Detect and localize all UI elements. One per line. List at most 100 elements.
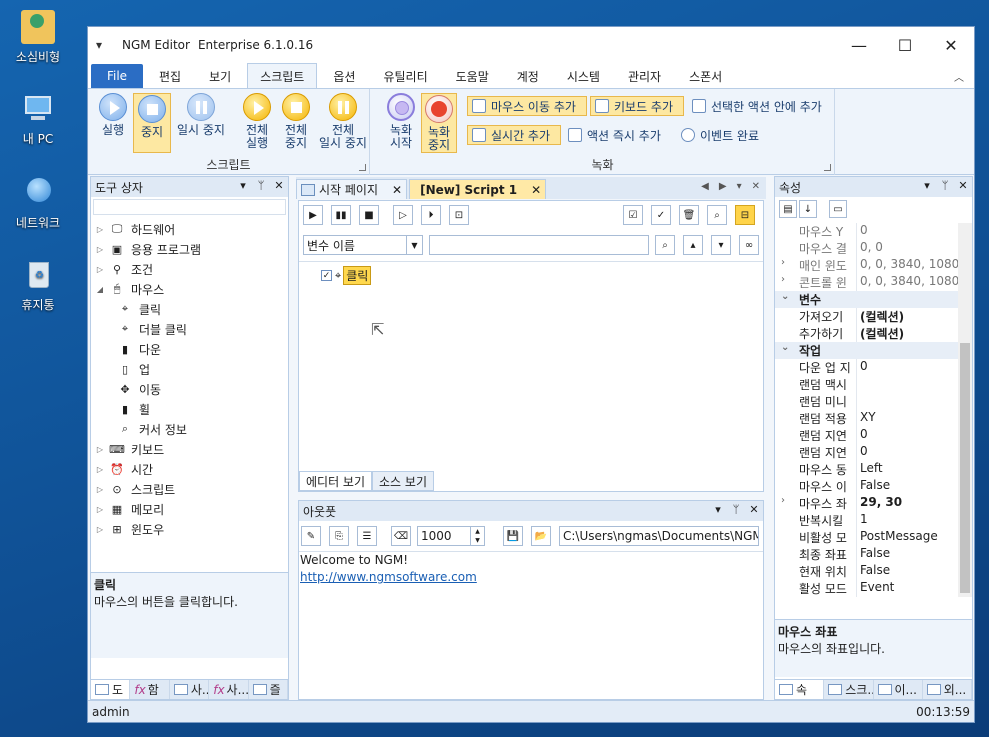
property-value[interactable]: False	[857, 478, 958, 495]
property-value[interactable]: 1	[857, 512, 958, 529]
property-row[interactable]: 비활성 모 PostMessage	[775, 529, 958, 546]
event-complete-button[interactable]: 이벤트 완료	[677, 125, 769, 145]
property-value[interactable]: (컬렉션)	[857, 325, 958, 342]
script-item-click[interactable]: ✓ ⌖ 클릭	[321, 266, 372, 285]
desktop-icon-pc[interactable]: 내 PC	[4, 92, 72, 147]
property-row[interactable]: 다운 업 지0	[775, 359, 958, 376]
bottom-tab-external[interactable]: 외...	[923, 680, 972, 699]
property-value[interactable]: 0, 0	[857, 240, 958, 257]
bottom-tab-script[interactable]: 스크...	[824, 680, 874, 699]
loop-icon[interactable]: ∞	[739, 235, 759, 255]
scroll-left-icon[interactable]: ◀	[701, 181, 709, 192]
close-doc-icon[interactable]: ✕	[752, 181, 760, 192]
run-all-button[interactable]: 전체 실행	[238, 93, 276, 150]
realtime-add-button[interactable]: 실시간 추가	[467, 125, 561, 145]
property-row[interactable]: 랜덤 지연 0	[775, 444, 958, 461]
expand-arrow-icon[interactable]: ▷	[91, 465, 109, 474]
desktop-icon-recycle[interactable]: ♻ 휴지통	[4, 258, 72, 313]
property-row[interactable]: 마우스 결 0, 0	[775, 240, 958, 257]
tab-script-1[interactable]: [New] Script 1 ✕	[409, 179, 547, 199]
expand-icon[interactable]: ›	[781, 257, 785, 268]
tab-script[interactable]: 스크립트	[247, 63, 318, 88]
property-row[interactable]: 반복시킬 1	[775, 512, 958, 529]
property-row[interactable]: › 마우스 좌 29, 30	[775, 495, 958, 512]
categorized-icon[interactable]: ▤	[779, 200, 797, 218]
tab-utility[interactable]: 유틸리티	[371, 64, 439, 88]
record-start-button[interactable]: 녹화 시작	[383, 93, 419, 150]
run-selected-icon[interactable]: ⏵	[421, 205, 441, 225]
dropdown-icon[interactable]: ▾	[921, 179, 933, 192]
scrollbar-thumb[interactable]	[960, 343, 970, 593]
property-value[interactable]: PostMessage	[857, 529, 958, 546]
tree-item[interactable]: ▷ ▦ 메모리	[91, 499, 288, 519]
tab-edit[interactable]: 편집	[147, 64, 193, 88]
tab-view[interactable]: 보기	[197, 64, 243, 88]
property-value[interactable]: 0, 0, 3840, 1080	[857, 257, 958, 274]
property-value[interactable]: Event	[857, 580, 958, 597]
tree-item[interactable]: ✥ 이동	[91, 379, 288, 399]
tab-help[interactable]: 도움말	[444, 64, 501, 88]
pause-icon[interactable]: ▮▮	[331, 205, 351, 225]
search-icon[interactable]: ⌕	[707, 205, 727, 225]
toolbox-search-input[interactable]	[93, 199, 286, 215]
alphabetical-icon[interactable]: ↓	[799, 200, 817, 218]
check-icon[interactable]: ✓	[651, 205, 671, 225]
quick-access-menu-icon[interactable]: ▾	[88, 38, 110, 52]
tab-account[interactable]: 계정	[505, 64, 551, 88]
minimize-button[interactable]: —	[836, 27, 882, 63]
tab-admin[interactable]: 관리자	[616, 64, 673, 88]
property-row[interactable]: 랜덤 미니	[775, 393, 958, 410]
tree-item[interactable]: ◢ 🖱 마우스	[91, 279, 288, 299]
expand-arrow-icon[interactable]: ▷	[91, 225, 109, 234]
output-path-field[interactable]: C:\Users\ngmas\Documents\NGM6\	[559, 526, 759, 546]
property-value[interactable]	[857, 376, 958, 393]
run-from-icon[interactable]: ⊡	[449, 205, 469, 225]
property-row[interactable]: 랜덤 적용 XY	[775, 410, 958, 427]
tab-editor-view[interactable]: 에디터 보기	[299, 471, 373, 491]
list-icon[interactable]: ☰	[357, 526, 377, 546]
tab-start-page[interactable]: 시작 페이지 ✕	[296, 179, 408, 199]
run-icon[interactable]: ▶	[303, 205, 323, 225]
property-pages-icon[interactable]: ▭	[829, 200, 847, 218]
property-value[interactable]: (컬렉션)	[857, 308, 958, 325]
run-button[interactable]: 실행	[94, 93, 132, 137]
checkbox[interactable]: ✓	[321, 270, 332, 281]
pin-icon[interactable]: ᛘ	[255, 179, 267, 192]
expand-icon[interactable]: ›	[781, 495, 785, 506]
bottom-tab-image[interactable]: 이...	[874, 680, 923, 699]
tree-item[interactable]: ▮ 휠	[91, 399, 288, 419]
property-row[interactable]: › 매인 윈도 0, 0, 3840, 1080	[775, 257, 958, 274]
expand-arrow-icon[interactable]: ▷	[91, 265, 109, 274]
tree-item[interactable]: ▷ ⏰ 시간	[91, 459, 288, 479]
property-value[interactable]: Left	[857, 461, 958, 478]
pin-icon[interactable]: ᛘ	[939, 179, 951, 192]
bottom-tab-user[interactable]: 사...	[170, 680, 210, 699]
stop-icon[interactable]: ■	[359, 205, 379, 225]
add-keyboard-button[interactable]: 키보드 추가	[590, 96, 684, 116]
desktop-icon-user[interactable]: 소심비형	[4, 10, 72, 65]
property-row[interactable]: 최종 좌표 False	[775, 546, 958, 563]
tree-item[interactable]: ⌖ 더블 클릭	[91, 319, 288, 339]
desktop-icon-network[interactable]: 네트워크	[4, 176, 72, 231]
dropdown-icon[interactable]: ▾	[712, 503, 724, 516]
move-down-icon[interactable]: ▾	[711, 235, 731, 255]
scroll-right-icon[interactable]: ▶	[719, 181, 727, 192]
property-row[interactable]: 마우스 이 False	[775, 478, 958, 495]
tab-options[interactable]: 옵션	[321, 64, 367, 88]
close-icon[interactable]: ✕	[748, 503, 760, 516]
expand-arrow-icon[interactable]: ▷	[91, 245, 109, 254]
property-category[interactable]: ⌄ 변수	[775, 291, 958, 308]
close-icon[interactable]: ✕	[957, 179, 969, 192]
property-row[interactable]: 현재 위치 False	[775, 563, 958, 580]
expand-arrow-icon[interactable]: ▷	[91, 445, 109, 454]
close-tab-icon[interactable]: ✕	[392, 183, 402, 197]
tree-item[interactable]: ▷ ▣ 응용 프로그램	[91, 239, 288, 259]
instant-add-button[interactable]: 액션 즉시 추가	[564, 125, 674, 145]
eraser-icon[interactable]: ⌫	[391, 526, 411, 546]
folder-icon[interactable]: 📂	[531, 526, 551, 546]
variable-select[interactable]: 변수 이름 ▼	[303, 235, 423, 255]
tree-item[interactable]: ▯ 업	[91, 359, 288, 379]
collapse-icon[interactable]: ⌄	[781, 291, 789, 302]
property-row[interactable]: 마우스 Y0	[775, 223, 958, 240]
expand-arrow-icon[interactable]: ▷	[91, 505, 109, 514]
